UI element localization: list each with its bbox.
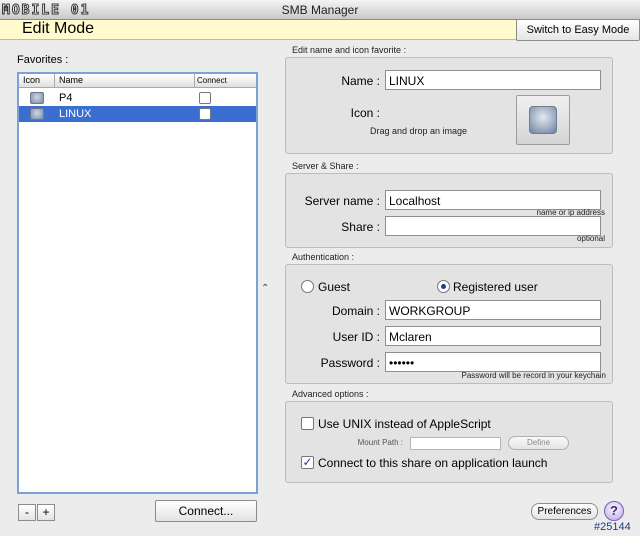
remove-favorite-button[interactable]: -	[18, 504, 36, 521]
column-header-connect[interactable]: Connect	[197, 76, 227, 85]
share-hint: optional	[576, 234, 605, 243]
connect-button[interactable]: Connect...	[155, 500, 257, 522]
password-field[interactable]: ••••••	[385, 352, 601, 372]
favorites-label: Favorites :	[17, 54, 69, 66]
favorite-name: LINUX	[59, 108, 92, 120]
favorite-row-linux[interactable]: LINUX	[19, 106, 256, 122]
watermark-id: #25144	[594, 521, 631, 533]
server-group-label: Server & Share :	[292, 161, 359, 171]
icon-drop-hint: Drag and drop an image	[370, 126, 468, 136]
auth-group-label: Authentication :	[292, 252, 355, 262]
help-button[interactable]: ?	[604, 501, 624, 521]
column-header-name[interactable]: Name	[59, 75, 83, 85]
name-field[interactable]: LINUX	[385, 70, 601, 90]
icon-label: Icon :	[350, 106, 380, 120]
use-unix-label[interactable]: Use UNIX instead of AppleScript	[318, 417, 491, 431]
userid-label: User ID :	[332, 330, 380, 344]
share-field[interactable]	[385, 216, 601, 236]
window-title: SMB Manager	[281, 3, 359, 17]
add-favorite-button[interactable]: +	[37, 504, 55, 521]
column-separator	[54, 74, 55, 88]
name-label: Name :	[341, 74, 380, 88]
password-label: Password :	[320, 356, 380, 370]
mode-title: Edit Mode	[22, 20, 95, 37]
password-hint: Password will be record in your keychain	[461, 371, 606, 380]
server-icon	[529, 106, 557, 134]
server-name-field[interactable]: Localhost	[385, 190, 601, 210]
splitter-handle-icon[interactable]: ⌃	[261, 283, 269, 294]
advanced-group-label: Advanced options :	[292, 389, 369, 399]
share-label: Share :	[341, 220, 380, 234]
icon-drop-well[interactable]	[516, 95, 570, 145]
column-separator	[194, 74, 195, 88]
domain-field[interactable]: WORKGROUP	[385, 300, 601, 320]
preferences-button[interactable]: Preferences	[531, 503, 598, 520]
switch-to-easy-mode-button[interactable]: Switch to Easy Mode	[516, 19, 640, 41]
mount-path-label: Mount Path :	[357, 438, 403, 447]
guest-radio[interactable]	[301, 280, 314, 293]
use-unix-checkbox[interactable]	[301, 417, 314, 430]
favorites-table-header: Icon Name Connect	[19, 74, 256, 88]
guest-label[interactable]: Guest	[318, 280, 350, 294]
mount-path-field	[410, 437, 501, 450]
registered-user-radio[interactable]	[437, 280, 450, 293]
registered-user-label[interactable]: Registered user	[453, 280, 538, 294]
connect-checkbox[interactable]	[199, 108, 211, 120]
favorite-row-p4[interactable]: P4	[19, 90, 256, 106]
connect-on-launch-label[interactable]: Connect to this share on application lau…	[318, 456, 547, 470]
connect-on-launch-checkbox[interactable]: ✓	[301, 456, 314, 469]
edit-name-group-label: Edit name and icon favorite :	[292, 45, 407, 55]
userid-field[interactable]: Mclaren	[385, 326, 601, 346]
column-header-icon[interactable]: Icon	[23, 75, 40, 85]
connect-checkbox[interactable]	[199, 92, 211, 104]
title-bar: MOBILE 01 SMB Manager	[0, 0, 640, 20]
favorites-table[interactable]: Icon Name Connect P4 LINUX	[17, 72, 258, 494]
server-icon	[30, 108, 44, 120]
favorite-name: P4	[59, 92, 73, 104]
define-button: Define	[508, 436, 569, 450]
server-name-label: Server name :	[304, 194, 380, 208]
server-icon	[30, 92, 44, 104]
domain-label: Domain :	[331, 304, 380, 318]
